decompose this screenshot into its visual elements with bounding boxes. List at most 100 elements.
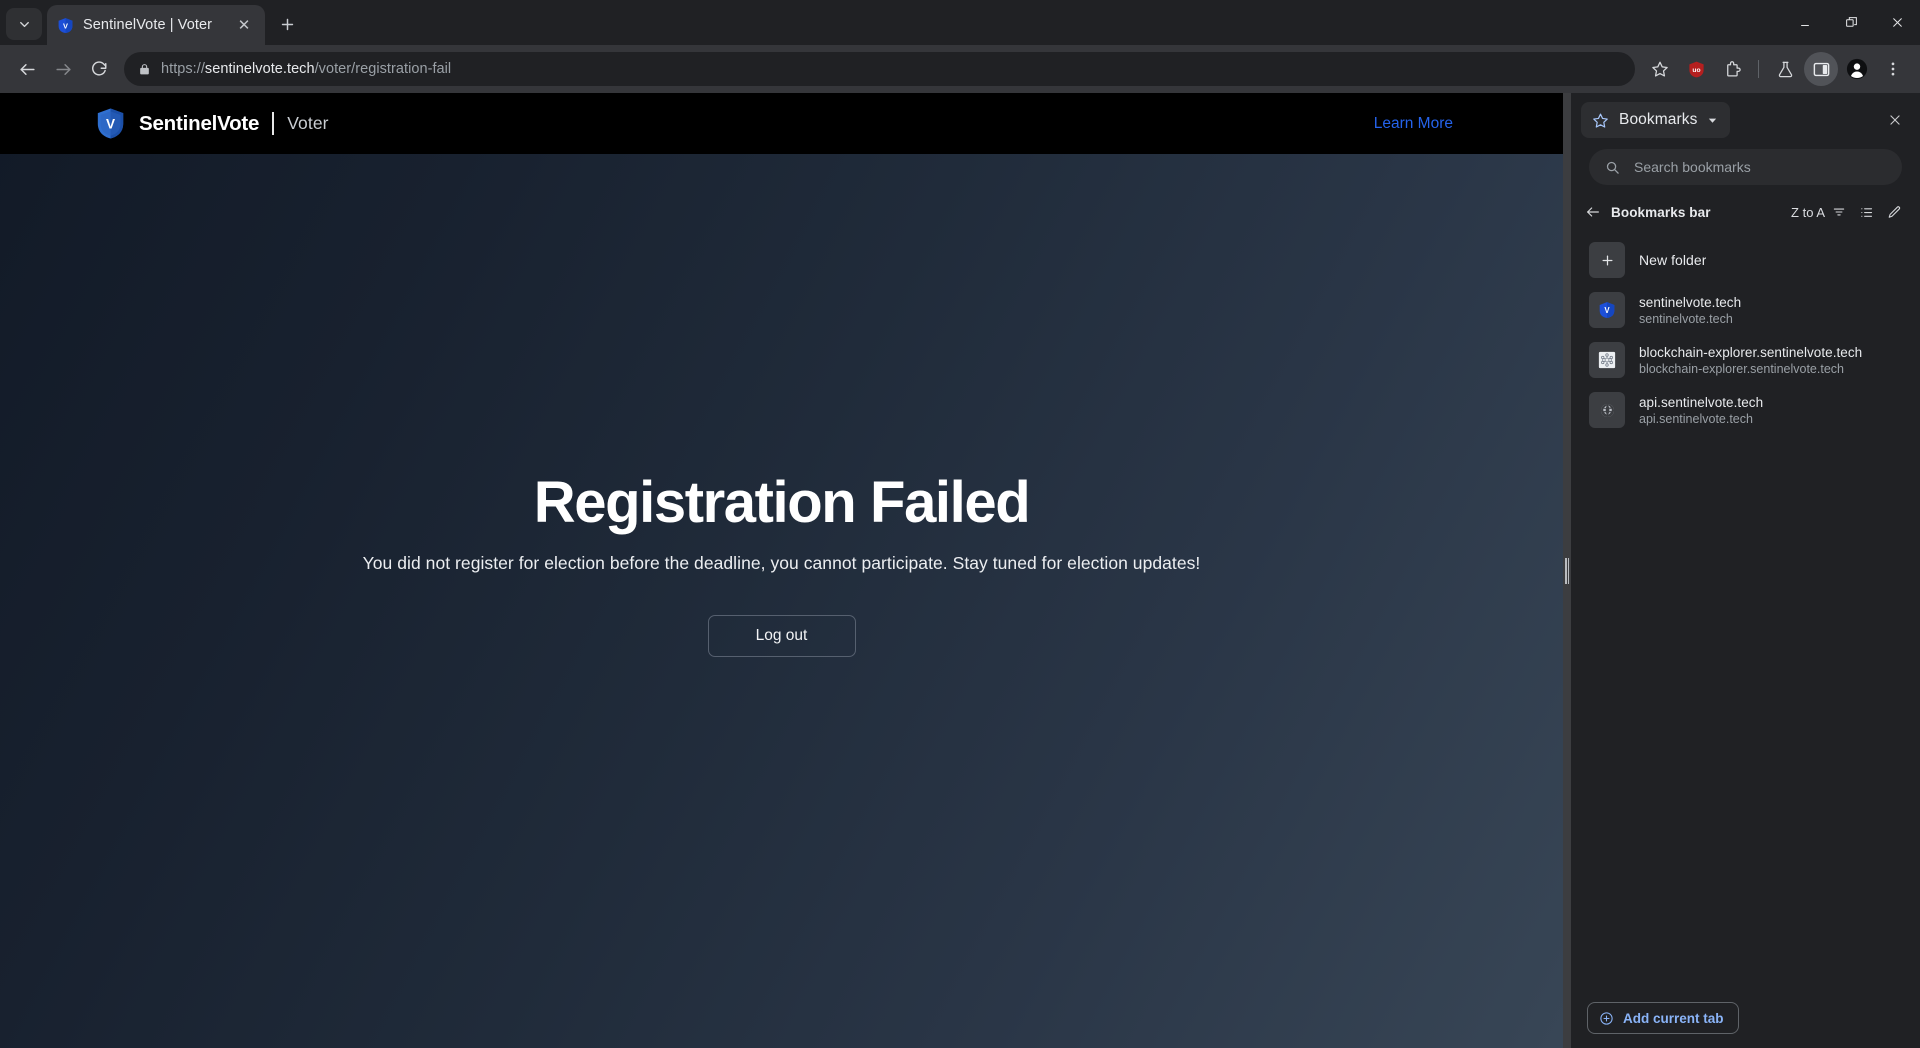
add-current-tab-label: Add current tab [1623, 1010, 1724, 1026]
window-close-button[interactable] [1874, 0, 1920, 45]
list-view-icon [1861, 207, 1873, 217]
page-title: Registration Failed [533, 470, 1031, 535]
content-row: V SentinelVote Voter Learn More Registra… [0, 93, 1920, 1048]
folder-tile [1589, 242, 1625, 278]
address-bar-url: https://sentinelvote.tech/voter/registra… [161, 61, 452, 77]
lab-flask-icon [1778, 61, 1792, 77]
drag-handle-icon [1565, 557, 1569, 584]
bookmarks-folder-title: Bookmarks bar [1611, 204, 1711, 220]
side-panel-resizer[interactable] [1563, 93, 1571, 1048]
tab-close-button[interactable]: ✕ [233, 14, 255, 36]
sort-icon [1833, 208, 1845, 216]
favicon-tile [1589, 342, 1625, 378]
bookmarks-sort-label: Z to A [1791, 204, 1825, 220]
bookmark-url: api.sentinelvote.tech [1639, 411, 1753, 426]
bookmark-row-text: New folder [1639, 252, 1706, 268]
bookmark-url: blockchain-explorer.sentinelvote.tech [1639, 361, 1844, 376]
back-button[interactable] [10, 52, 44, 86]
address-bar[interactable]: https://sentinelvote.tech/voter/registra… [124, 52, 1635, 86]
bookmark-row-text: sentinelvote.tech sentinelvote.tech [1639, 295, 1741, 326]
plus-icon [281, 18, 293, 30]
profile-avatar-icon [1846, 58, 1868, 80]
bookmark-title: blockchain-explorer.sentinelvote.tech [1639, 344, 1863, 360]
sentinelvote-shield-favicon: V [58, 17, 73, 33]
chevron-down-icon [19, 21, 29, 27]
side-panel-selector[interactable]: Bookmarks [1581, 102, 1731, 138]
toolbar-divider [1758, 60, 1759, 78]
bookmarks-edit-button[interactable] [1887, 205, 1902, 220]
bookmarks-star-icon [1593, 113, 1608, 128]
sentinelvote-shield-favicon: V [1599, 302, 1615, 318]
bookmarks-sort-button[interactable]: Z to A [1791, 205, 1846, 220]
globe-favicon [1600, 403, 1614, 417]
bookmark-title: api.sentinelvote.tech [1639, 394, 1764, 410]
ublock-origin-button[interactable]: uo [1679, 52, 1713, 86]
tab-strip: V SentinelVote | Voter ✕ [0, 0, 1920, 45]
bookmarks-search-placeholder: Search bookmarks [1634, 159, 1751, 175]
side-panel-close-button[interactable] [1880, 105, 1910, 135]
bookmarks-side-panel: Bookmarks Search bookmarks Bookmarks bar [1571, 93, 1920, 1048]
restore-icon [1845, 17, 1857, 27]
tab-search-button[interactable] [6, 8, 42, 40]
ublock-origin-extension-icon: uo [1688, 61, 1704, 77]
new-tab-button[interactable] [270, 7, 304, 41]
bookmarks-back-button[interactable] [1585, 204, 1601, 220]
close-icon [1892, 18, 1902, 27]
side-panel-toggle-button[interactable] [1804, 52, 1838, 86]
bookmarks-actions: Z to A [1791, 205, 1902, 220]
bookmark-star-button[interactable] [1643, 52, 1677, 86]
back-arrow-icon [19, 63, 35, 75]
tab-title: SentinelVote | Voter [83, 17, 213, 33]
reload-button[interactable] [82, 52, 116, 86]
extensions-button[interactable] [1715, 52, 1749, 86]
reload-icon [92, 61, 107, 76]
extensions-puzzle-icon [1726, 60, 1741, 76]
bookmark-title: New folder [1639, 252, 1707, 268]
site-header: V SentinelVote Voter Learn More [0, 93, 1563, 154]
chrome-menu-icon [1891, 62, 1895, 76]
svg-text:uo: uo [1692, 67, 1700, 74]
brand-block[interactable]: V SentinelVote [96, 107, 259, 140]
plus-circle-icon [1600, 1011, 1613, 1025]
bookmarks-search-input[interactable]: Search bookmarks [1589, 149, 1902, 185]
bookmarks-new-folder-row[interactable]: New folder [1581, 235, 1910, 285]
brand-section-label: Voter [287, 113, 329, 133]
pencil-edit-icon [1888, 205, 1901, 218]
side-panel-title: Bookmarks [1619, 111, 1698, 128]
favicon-tile [1589, 392, 1625, 428]
side-panel-header: Bookmarks [1571, 93, 1920, 145]
bookmark-row-text: blockchain-explorer.sentinelvote.tech bl… [1639, 345, 1862, 376]
forward-button[interactable] [46, 52, 80, 86]
window-controls [1782, 0, 1920, 45]
close-icon [1890, 115, 1900, 125]
side-panel-footer: Add current tab [1571, 990, 1920, 1048]
chevron-down-icon [1709, 118, 1717, 123]
logout-button[interactable]: Log out [707, 615, 856, 658]
lab-flask-button[interactable] [1768, 52, 1802, 86]
bookmark-row-text: api.sentinelvote.tech api.sentinelvote.t… [1639, 395, 1763, 426]
plus-icon [1602, 255, 1612, 265]
bookmark-row[interactable]: blockchain-explorer.sentinelvote.tech bl… [1581, 335, 1910, 385]
page-viewport: V SentinelVote Voter Learn More Registra… [0, 93, 1563, 1048]
window-minimize-button[interactable] [1782, 0, 1828, 45]
bookmark-row[interactable]: api.sentinelvote.tech api.sentinelvote.t… [1581, 385, 1910, 435]
bookmark-row[interactable]: V sentinelvote.tech sentinelvote.tech [1581, 285, 1910, 335]
learn-more-link[interactable]: Learn More [1374, 115, 1453, 133]
side-panel-toggle-icon [1813, 62, 1829, 76]
forward-arrow-icon [55, 63, 71, 75]
add-current-tab-button[interactable]: Add current tab [1587, 1002, 1739, 1034]
blockchain-node-favicon [1598, 351, 1616, 369]
bookmarks-view-toggle-button[interactable] [1859, 205, 1874, 220]
minimize-icon [1801, 24, 1809, 26]
lock-icon [140, 63, 149, 74]
svg-text:V: V [1604, 306, 1610, 315]
profile-button[interactable] [1840, 52, 1874, 86]
sentinelvote-shield-logo: V [97, 108, 124, 139]
browser-tab[interactable]: V SentinelVote | Voter ✕ [47, 5, 265, 45]
search-icon [1606, 161, 1619, 174]
browser-toolbar: https://sentinelvote.tech/voter/registra… [0, 45, 1920, 93]
bookmarks-search-wrap: Search bookmarks [1571, 145, 1920, 195]
chrome-menu-button[interactable] [1876, 52, 1910, 86]
window-maximize-button[interactable] [1828, 0, 1874, 45]
bookmarks-breadcrumb: Bookmarks bar Z to A [1571, 195, 1920, 229]
